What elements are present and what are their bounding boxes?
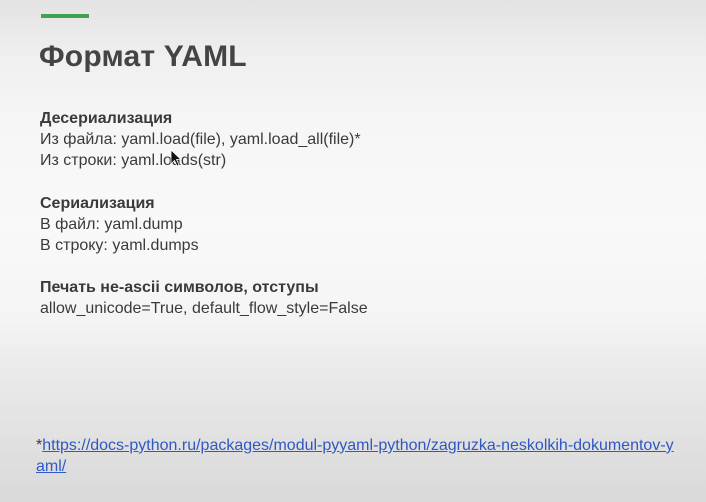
mouse-pointer-icon bbox=[170, 149, 182, 167]
section-line: Из файла: yaml.load(file), yaml.load_all… bbox=[40, 131, 361, 148]
section-line: В файл: yaml.dump bbox=[40, 216, 183, 233]
section-serialization: Сериализация В файл: yaml.dump В строку:… bbox=[40, 193, 199, 256]
section-heading: Сериализация bbox=[40, 195, 155, 212]
section-line: allow_unicode=True, default_flow_style=F… bbox=[40, 300, 368, 317]
title-accent-bar bbox=[41, 14, 89, 18]
section-unicode-indent: Печать не-ascii символов, отступы allow_… bbox=[40, 277, 368, 319]
footnote: *https://docs-python.ru/packages/modul-p… bbox=[36, 435, 676, 477]
footnote-link[interactable]: https://docs-python.ru/packages/modul-py… bbox=[36, 437, 674, 475]
section-heading: Десериализация bbox=[40, 110, 173, 127]
section-heading: Печать не-ascii символов, отступы bbox=[40, 279, 319, 296]
slide-title: Формат YAML bbox=[39, 40, 247, 73]
section-line: В строку: yaml.dumps bbox=[40, 237, 199, 254]
section-deserialization: Десериализация Из файла: yaml.load(file)… bbox=[40, 108, 361, 171]
section-line: Из строки: yaml.loads(str) bbox=[40, 152, 227, 169]
